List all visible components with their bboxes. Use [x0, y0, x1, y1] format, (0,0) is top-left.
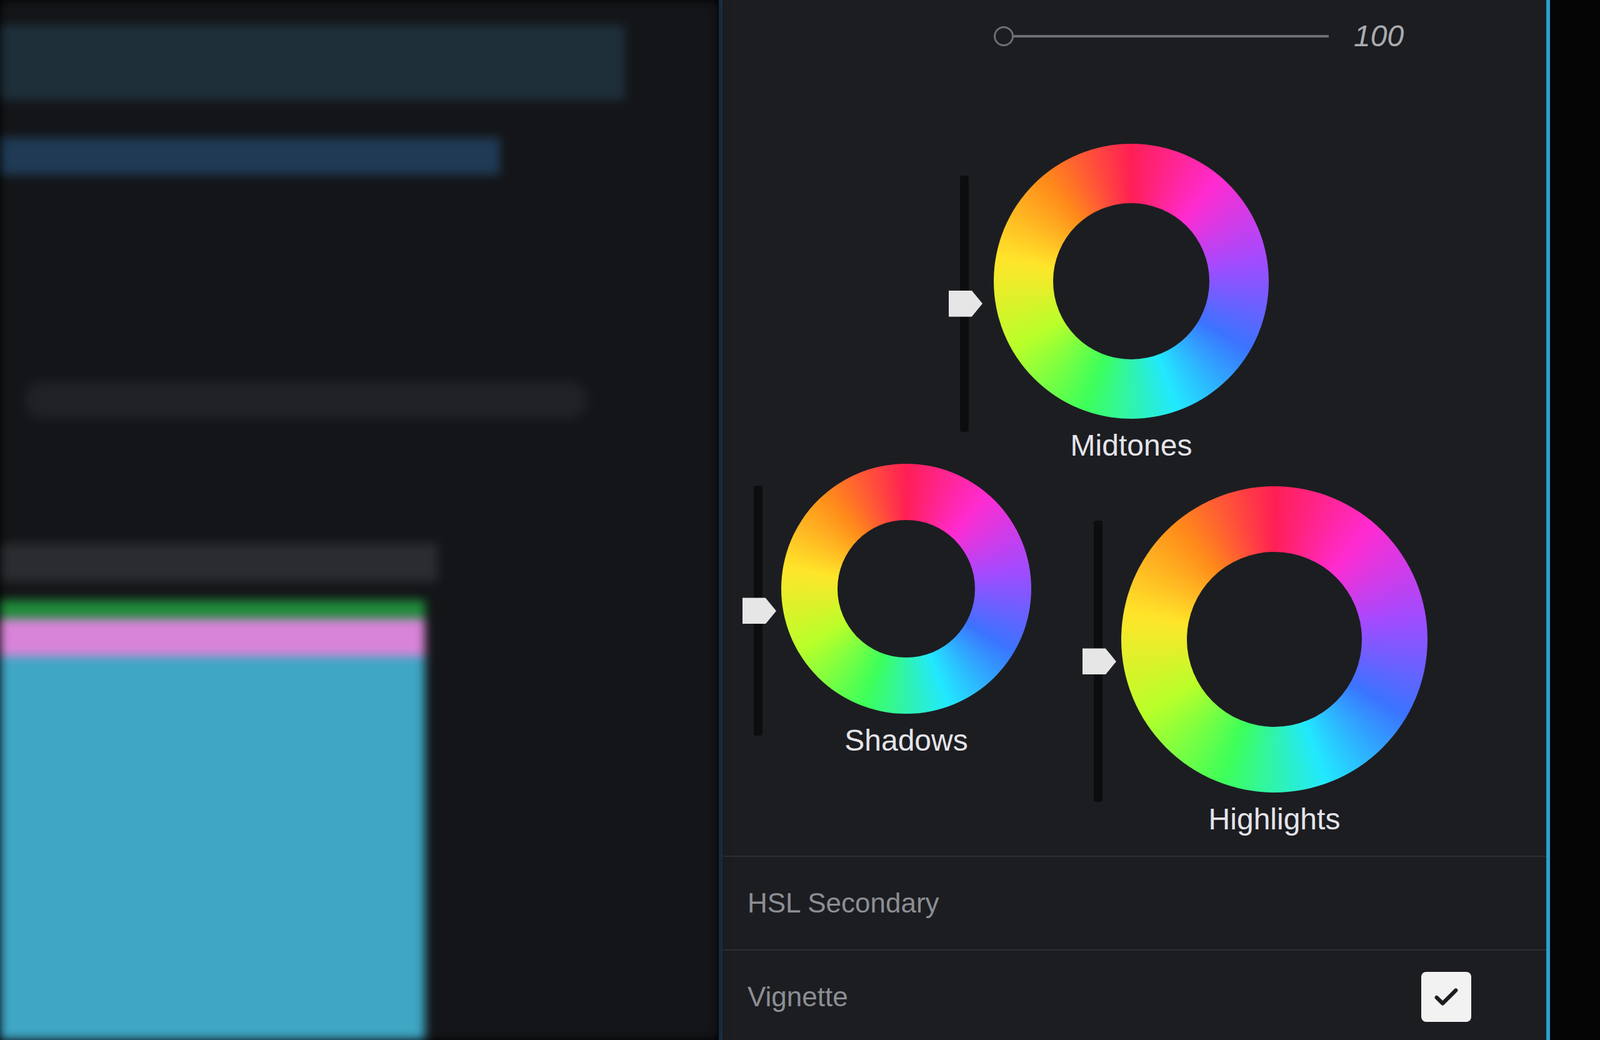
screen-bezel [1550, 0, 1600, 1040]
color-wheel-group: Highlights [1093, 486, 1428, 838]
amount-slider[interactable] [1003, 35, 1329, 38]
wheel-label: Shadows [844, 722, 968, 759]
wheel-label: Midtones [1070, 427, 1193, 464]
slider-thumb[interactable] [948, 290, 983, 317]
section-checkbox[interactable] [1421, 971, 1472, 1022]
video-thumbnail [0, 618, 425, 657]
color-wheel-group: Midtones [960, 143, 1547, 464]
section-label: HSL Secondary [747, 886, 940, 920]
section-label: Vignette [747, 980, 849, 1014]
color-wheel[interactable] [781, 463, 1032, 714]
app: 100 Midtones Shadows Highlights HSL Secondar… [0, 0, 1600, 1040]
slider-thumb[interactable] [1082, 648, 1117, 675]
amount-value: 100 [1353, 18, 1404, 55]
wheel-slider[interactable] [960, 175, 969, 432]
check-icon [1431, 982, 1461, 1012]
color-wheel[interactable] [993, 143, 1269, 419]
wheel-slider[interactable] [753, 485, 763, 736]
section-row[interactable]: Vignette [722, 949, 1547, 1040]
section-row[interactable]: HSL Secondary [722, 855, 1547, 950]
wheel-label: Highlights [1208, 801, 1341, 838]
slider-knob[interactable] [993, 26, 1014, 47]
editor-area [0, 0, 719, 1040]
amount-row: 100 [722, 0, 1547, 50]
color-wheel-group: Shadows [753, 463, 1032, 759]
wheel-slider[interactable] [1093, 520, 1103, 802]
slider-thumb[interactable] [742, 597, 777, 624]
lumetri-panel: 100 Midtones Shadows Highlights HSL Secondar… [718, 0, 1550, 1040]
color-wheel[interactable] [1121, 486, 1428, 793]
